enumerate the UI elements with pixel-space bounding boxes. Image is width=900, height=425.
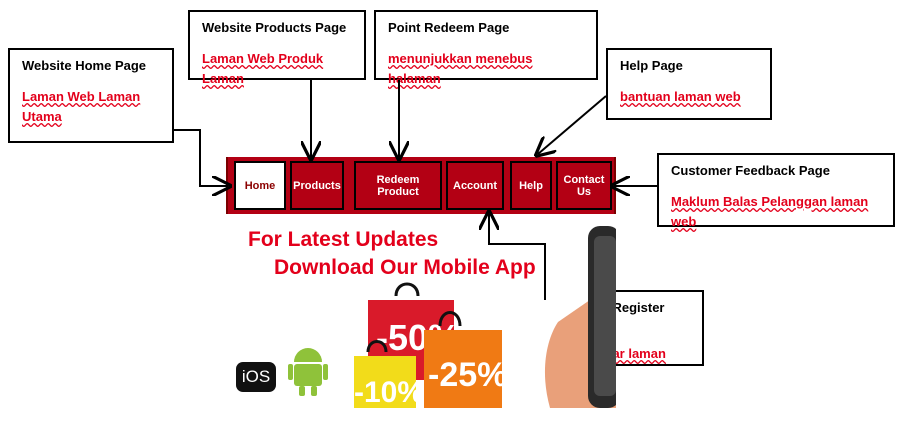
nav-contact-us-button[interactable]: Contact Us	[556, 161, 612, 210]
nav-home-button[interactable]: Home	[234, 161, 286, 210]
callout-products-title: Website Products Page	[202, 20, 347, 35]
callout-redeem-title: Point Redeem Page	[388, 20, 510, 35]
arrow-help	[538, 95, 607, 154]
callout-feedback-desc: Maklum Balas Pelanggan laman web	[671, 194, 869, 229]
ios-badge: iOS	[236, 362, 276, 392]
callout-home-title: Website Home Page	[22, 58, 147, 73]
callout-products-desc: Laman Web Produk Laman	[202, 51, 324, 86]
callout-help-desc: bantuan laman web	[620, 89, 741, 104]
callout-products: Website Products Page Laman Web Produk L…	[188, 10, 366, 86]
callout-help-title: Help Page	[620, 58, 683, 73]
phone-in-hand-icon	[544, 226, 616, 408]
discount-25-label: -25%	[428, 356, 507, 394]
callout-home: Website Home Page Laman Web Laman Utama	[8, 48, 174, 143]
arrow-home	[174, 129, 228, 186]
callout-feedback: Customer Feedback Page Maklum Balas Pela…	[657, 153, 895, 229]
nav-help-button[interactable]: Help	[510, 161, 552, 210]
android-icon	[288, 348, 328, 396]
callout-redeem: Point Redeem Page menunjukkan menebus ha…	[374, 10, 598, 86]
callout-help: Help Page bantuan laman web	[606, 48, 772, 120]
nav-account-button[interactable]: Account	[446, 161, 504, 210]
banner-graphics: -50% -25% -10%	[288, 226, 616, 408]
nav-redeem-product-button[interactable]: Redeem Product	[354, 161, 442, 210]
mobile-app-banner: For Latest Updates Download Our Mobile A…	[228, 222, 616, 408]
discount-10-label: -10%	[354, 376, 424, 408]
callout-home-desc: Laman Web Laman Utama	[22, 89, 141, 124]
nav-bar: Home Products Redeem Product Account Hel…	[226, 157, 616, 214]
callout-feedback-title: Customer Feedback Page	[671, 163, 830, 178]
nav-products-button[interactable]: Products	[290, 161, 344, 210]
callout-redeem-desc: menunjukkan menebus halaman	[388, 51, 533, 86]
